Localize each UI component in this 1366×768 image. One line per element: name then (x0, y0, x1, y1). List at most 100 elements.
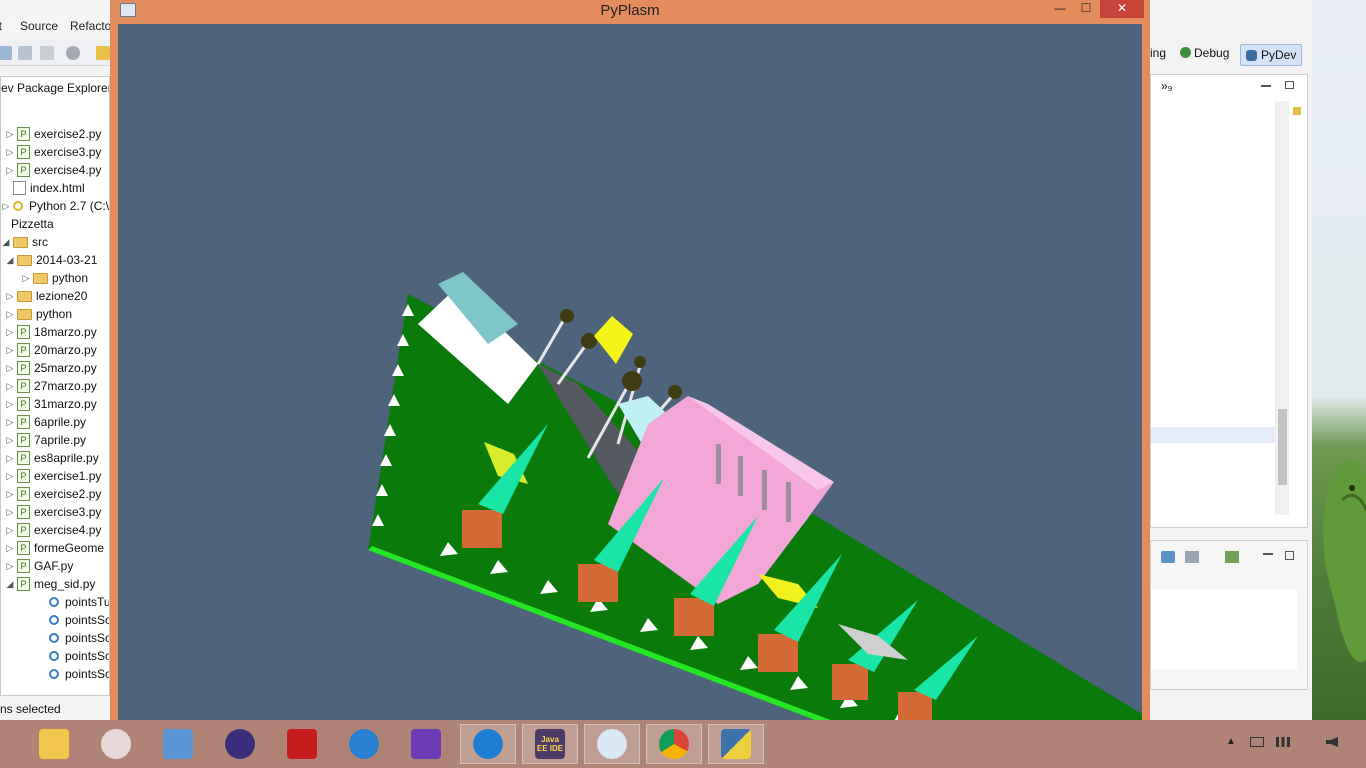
minimize-button[interactable]: — (1048, 0, 1072, 18)
expand-right-icon[interactable]: ▷ (5, 525, 15, 536)
tree-item[interactable]: ▷ Pexercise2.py (5, 125, 101, 143)
tree-item[interactable]: ▷ Pes8aprile.py (5, 449, 99, 467)
expand-right-icon[interactable]: ▷ (5, 489, 15, 500)
perspective-pydev[interactable]: PyDev (1240, 44, 1302, 66)
tree-item[interactable]: ▷ P 20marzo.py (5, 341, 97, 359)
battery-icon[interactable] (1250, 737, 1264, 747)
expand-right-icon[interactable]: ▷ (5, 147, 15, 158)
taskbar-paint[interactable] (584, 724, 640, 764)
tree-item[interactable]: ▷ P 31marzo.py (5, 395, 97, 413)
tree-item[interactable]: ▷ P 18marzo.py (5, 323, 97, 341)
tree-item[interactable]: ▷ Pexercise3.py (5, 503, 101, 521)
expand-right-icon[interactable]: ▷ (5, 561, 15, 572)
tree-item[interactable]: ◢ Pmeg_sid.py (5, 575, 95, 593)
3d-scene-render[interactable] (118, 24, 1142, 720)
perspective-debug[interactable]: Debug (1180, 46, 1229, 60)
view-overflow-chevron[interactable]: »₉ (1161, 79, 1172, 93)
expand-right-icon[interactable]: ▷ (5, 543, 15, 554)
expand-right-icon[interactable]: ▷ (5, 309, 15, 320)
expand-right-icon[interactable]: ▷ (5, 435, 15, 446)
taskbar-file-explorer[interactable] (26, 724, 82, 764)
print-icon[interactable] (40, 46, 54, 60)
window-titlebar[interactable]: PyPlasm — ☐ ✕ (110, 0, 1150, 22)
console-toolbar-icon[interactable] (1161, 551, 1175, 563)
new-icon[interactable] (0, 46, 12, 60)
expand-right-icon[interactable]: ▷ (1, 201, 11, 212)
refresh-icon[interactable] (66, 46, 80, 60)
outline-scrollbar[interactable] (1275, 101, 1289, 515)
perspective-partial[interactable]: ing (1150, 46, 1166, 60)
expand-right-icon[interactable]: ▷ (5, 129, 15, 140)
expand-right-icon[interactable]: ▷ (5, 327, 15, 338)
tree-item[interactable]: ▷ P 6aprile.py (5, 413, 86, 431)
outline-scroll-thumb[interactable] (1278, 409, 1287, 485)
menu-source[interactable]: Source (20, 19, 58, 33)
tree-item[interactable]: ◢ 2014-03-21 (5, 251, 98, 269)
tree-item[interactable]: ▷ Pexercise4.py (5, 161, 101, 179)
selected-outline-row[interactable] (1151, 427, 1275, 443)
tree-item[interactable]: index.html (1, 179, 85, 197)
tree-item[interactable]: ▷ P 25marzo.py (5, 359, 97, 377)
tree-item[interactable]: ▷ Pexercise4.py (5, 521, 101, 539)
taskbar-chrome[interactable] (646, 724, 702, 764)
tree-item[interactable]: ▷ lezione20 (5, 287, 88, 305)
tree-item[interactable]: ▷ Python 2.7 (C:\P (1, 197, 109, 215)
tree-item[interactable]: ▷ Pexercise3.py (5, 143, 101, 161)
open-console-icon[interactable] (1225, 551, 1239, 563)
taskbar-remote-desktop[interactable] (150, 724, 206, 764)
taskbar-globe[interactable] (460, 724, 516, 764)
close-button[interactable]: ✕ (1100, 0, 1144, 18)
expand-down-icon[interactable]: ◢ (1, 237, 11, 248)
tree-item[interactable]: ▷ P GAF.py (5, 557, 73, 575)
taskbar-paint-tools[interactable] (88, 724, 144, 764)
tree-item[interactable]: pointsSot (37, 629, 109, 647)
3d-viewport[interactable] (118, 24, 1142, 720)
expand-right-icon[interactable]: ▷ (5, 471, 15, 482)
expand-right-icon[interactable]: ▷ (5, 453, 15, 464)
tree-item[interactable]: ▷ Pexercise1.py (5, 467, 101, 485)
expand-right-icon[interactable]: ▷ (5, 507, 15, 518)
expand-right-icon[interactable]: ▷ (5, 399, 15, 410)
tree-item[interactable]: ▷ Pexercise2.py (5, 485, 101, 503)
tree-item[interactable]: ▷ PformeGeome (5, 539, 104, 557)
tree-item[interactable]: pointsSot (37, 665, 109, 683)
tree-item[interactable]: pointsSot (37, 647, 109, 665)
expand-right-icon[interactable]: ▷ (5, 345, 15, 356)
taskbar-speedometer[interactable] (336, 724, 392, 764)
console-output[interactable] (1151, 589, 1297, 669)
display-console-icon[interactable] (1185, 551, 1199, 563)
tree-item[interactable]: ▷ P 27marzo.py (5, 377, 97, 395)
expand-down-icon[interactable]: ◢ (5, 255, 15, 266)
maximize-view-icon[interactable] (1285, 81, 1294, 89)
minimize-console-icon[interactable] (1263, 553, 1273, 555)
tree-item[interactable]: Pizzetta (1, 215, 54, 233)
taskbar-python[interactable] (708, 724, 764, 764)
menu-edit[interactable]: it (0, 19, 2, 33)
minimize-view-icon[interactable] (1261, 85, 1271, 87)
tree-item[interactable]: ▷ P 7aprile.py (5, 431, 86, 449)
tree-item[interactable]: ▷ python (5, 305, 73, 323)
maximize-button[interactable]: ☐ (1074, 0, 1098, 18)
run-icon[interactable] (96, 46, 110, 60)
taskbar-acrobat[interactable] (274, 724, 330, 764)
menu-refactor[interactable]: Refacto (70, 19, 111, 33)
save-icon[interactable] (18, 46, 32, 60)
expand-right-icon[interactable]: ▷ (5, 381, 15, 392)
taskbar-java-ee-ide[interactable]: Java EE IDE (522, 724, 578, 764)
volume-icon[interactable] (1326, 737, 1338, 747)
expand-right-icon[interactable]: ▷ (5, 165, 15, 176)
taskbar-visual-studio[interactable] (398, 724, 454, 764)
tree-item[interactable]: pointsSop (37, 611, 109, 629)
tree-item[interactable]: ◢ src (1, 233, 48, 251)
tree-item[interactable]: ▷ python (21, 269, 89, 287)
expand-right-icon[interactable]: ▷ (21, 273, 31, 284)
tree-item[interactable]: pointsTut (37, 593, 109, 611)
maximize-console-icon[interactable] (1285, 551, 1294, 560)
signal-icon[interactable] (1276, 737, 1290, 747)
tray-chevron-icon[interactable]: ▲ (1226, 736, 1236, 747)
expand-right-icon[interactable]: ▷ (5, 417, 15, 428)
expand-down-icon[interactable]: ◢ (5, 579, 15, 590)
expand-right-icon[interactable]: ▷ (5, 291, 15, 302)
taskbar-eclipse[interactable] (212, 724, 268, 764)
expand-right-icon[interactable]: ▷ (5, 363, 15, 374)
